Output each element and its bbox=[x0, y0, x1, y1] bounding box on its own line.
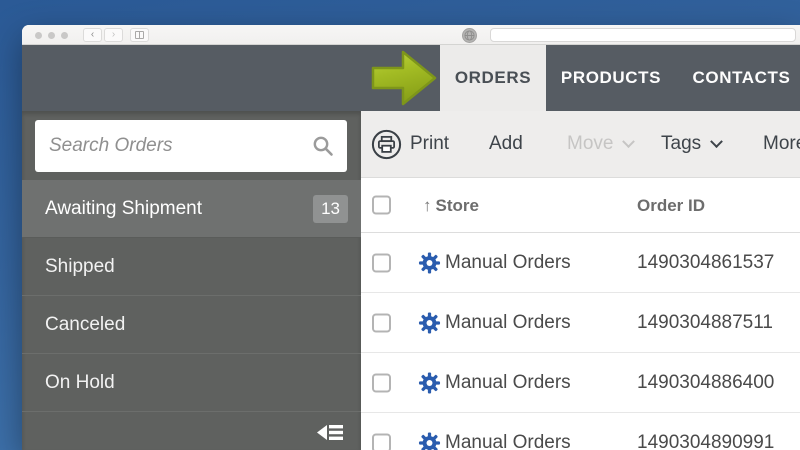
sidebar-item-canceled[interactable]: Canceled bbox=[22, 296, 361, 354]
print-label: Print bbox=[410, 133, 450, 154]
count-badge: 13 bbox=[313, 194, 348, 223]
app-header: ORDERS PRODUCTS CONTACTS bbox=[22, 45, 800, 111]
sidebar-item-shipped[interactable]: Shipped bbox=[22, 238, 361, 296]
orders-toolbar: Print Add Move Tags More bbox=[361, 111, 800, 178]
window-minimize-button[interactable] bbox=[48, 32, 55, 39]
order-id-cell: 1490304887511 bbox=[637, 311, 773, 333]
manual-orders-gear-icon bbox=[418, 431, 441, 450]
desktop-background: ‹ › ORDERS PRODUCTS CONTACTS Search Orde… bbox=[0, 0, 800, 450]
table-header-row: ↑ Store Order ID bbox=[361, 178, 800, 233]
browser-window: ‹ › ORDERS PRODUCTS CONTACTS Search Orde… bbox=[22, 25, 800, 450]
column-header-order-id-label: Order ID bbox=[637, 195, 706, 215]
sidebar-toggle-button[interactable] bbox=[130, 28, 149, 42]
table-row[interactable]: Manual Orders 1490304890991 bbox=[361, 413, 800, 450]
sidebar-item-label: On Hold bbox=[45, 371, 115, 393]
print-button[interactable]: Print bbox=[371, 111, 449, 177]
url-field[interactable] bbox=[490, 28, 796, 42]
sidebar-item-label: Canceled bbox=[45, 313, 126, 335]
search-box bbox=[35, 120, 347, 172]
tab-orders[interactable]: ORDERS bbox=[440, 45, 546, 111]
back-button[interactable]: ‹ bbox=[83, 28, 102, 42]
move-dropdown-button[interactable]: Move bbox=[567, 111, 636, 177]
print-icon bbox=[371, 129, 402, 159]
collapse-sidebar-icon[interactable] bbox=[315, 421, 345, 444]
row-checkbox[interactable] bbox=[372, 313, 391, 332]
more-dropdown-button[interactable]: More bbox=[763, 111, 800, 177]
manual-orders-gear-icon bbox=[418, 311, 441, 334]
sidebar-footer bbox=[22, 412, 361, 450]
window-close-button[interactable] bbox=[35, 32, 42, 39]
order-id-cell: 1490304861537 bbox=[637, 251, 775, 273]
manual-orders-gear-icon bbox=[418, 371, 441, 394]
table-row[interactable]: Manual Orders 1490304887511 bbox=[361, 293, 800, 353]
window-zoom-button[interactable] bbox=[61, 32, 68, 39]
column-header-order-id[interactable]: Order ID bbox=[637, 178, 705, 233]
add-label: Add bbox=[489, 133, 523, 154]
tab-products[interactable]: PRODUCTS bbox=[542, 45, 680, 111]
select-all-checkbox[interactable] bbox=[372, 195, 391, 215]
table-row[interactable]: Manual Orders 1490304861537 bbox=[361, 233, 800, 293]
orders-sidebar: Awaiting Shipment 13 Shipped Canceled On… bbox=[22, 111, 361, 450]
browser-chrome: ‹ › bbox=[22, 25, 800, 45]
move-label: Move bbox=[567, 133, 614, 154]
search-input[interactable] bbox=[35, 135, 312, 157]
store-cell: Manual Orders bbox=[445, 371, 571, 393]
chevron-down-icon bbox=[622, 134, 636, 148]
add-button[interactable]: Add bbox=[489, 111, 523, 177]
column-header-store[interactable]: ↑ Store bbox=[423, 178, 479, 233]
tags-label: Tags bbox=[661, 133, 702, 154]
sidebar-item-awaiting-shipment[interactable]: Awaiting Shipment 13 bbox=[22, 180, 361, 238]
search-icon bbox=[313, 136, 333, 156]
store-cell: Manual Orders bbox=[445, 311, 571, 333]
row-checkbox[interactable] bbox=[372, 253, 391, 272]
order-id-cell: 1490304886400 bbox=[637, 371, 775, 393]
forward-button[interactable]: › bbox=[104, 28, 123, 42]
orders-content: Print Add Move Tags More bbox=[361, 111, 800, 450]
column-header-store-label: Store bbox=[435, 195, 479, 215]
window-controls bbox=[35, 32, 68, 39]
tags-dropdown-button[interactable]: Tags bbox=[661, 111, 724, 177]
sort-ascending-icon: ↑ bbox=[423, 195, 432, 215]
manual-orders-gear-icon bbox=[418, 251, 441, 274]
store-cell: Manual Orders bbox=[445, 431, 571, 450]
globe-icon bbox=[464, 30, 475, 41]
store-cell: Manual Orders bbox=[445, 251, 571, 273]
globe-icon-button[interactable] bbox=[462, 28, 477, 43]
status-filter-list: Awaiting Shipment 13 Shipped Canceled On… bbox=[22, 180, 361, 412]
more-label: More bbox=[763, 133, 800, 154]
table-row[interactable]: Manual Orders 1490304886400 bbox=[361, 353, 800, 413]
order-id-cell: 1490304890991 bbox=[637, 431, 775, 450]
row-checkbox[interactable] bbox=[372, 433, 391, 450]
sidebar-item-label: Awaiting Shipment bbox=[45, 197, 203, 219]
row-checkbox[interactable] bbox=[372, 373, 391, 392]
sidebar-item-label: Shipped bbox=[45, 255, 115, 277]
sidebar-panel-icon bbox=[135, 31, 144, 39]
chevron-down-icon bbox=[710, 134, 724, 148]
sidebar-item-on-hold[interactable]: On Hold bbox=[22, 354, 361, 412]
green-arrow-callout-icon bbox=[371, 50, 437, 106]
tab-contacts[interactable]: CONTACTS bbox=[673, 45, 800, 111]
